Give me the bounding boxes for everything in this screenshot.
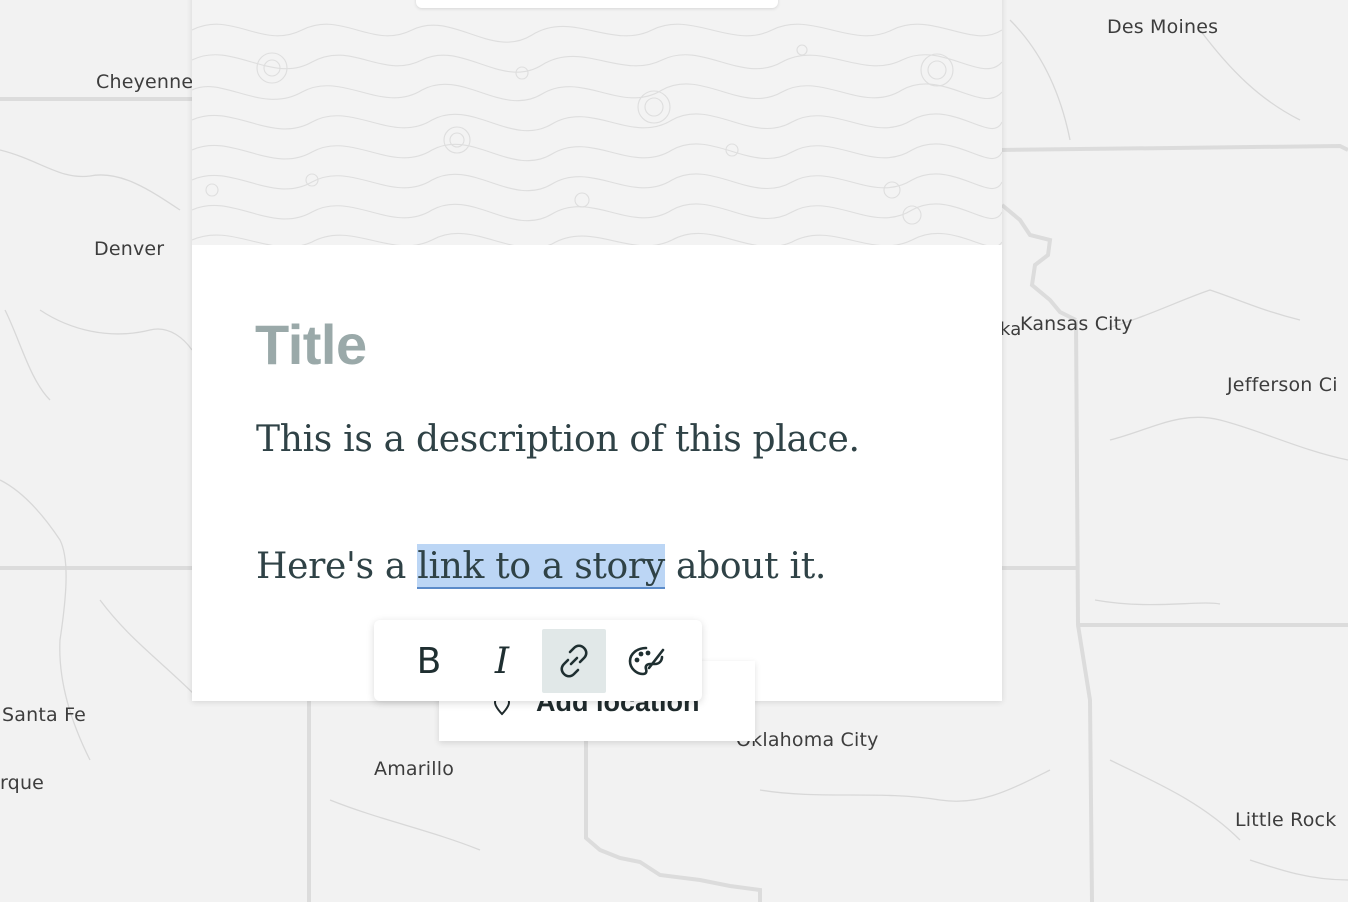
city-label-albuquerque-partial: rque (0, 772, 45, 794)
topographic-pattern (192, 23, 1002, 245)
city-label-kansas-city: Kansas City (1020, 313, 1133, 335)
link-button[interactable] (542, 629, 606, 693)
paragraph-text-after: about it. (664, 546, 827, 587)
city-label-topeka-partial: ka (1000, 319, 1022, 340)
city-label-little-rock: Little Rock (1235, 809, 1337, 831)
bold-icon: B (416, 640, 442, 682)
link-paragraph[interactable]: Here's a link to a story about it. (256, 544, 827, 589)
formatting-toolbar: B I (374, 620, 702, 701)
paragraph-text-before: Here's a (256, 546, 418, 587)
city-label-cheyenne: Cheyenne (96, 71, 194, 93)
story-card: Title This is a description of this plac… (192, 0, 1002, 701)
italic-icon: I (494, 640, 510, 682)
city-label-des-moines: Des Moines (1107, 16, 1219, 38)
palette-icon (628, 646, 665, 676)
story-title-placeholder[interactable]: Title (255, 312, 367, 377)
cover-image[interactable] (192, 0, 1002, 245)
bold-button[interactable]: B (397, 629, 461, 693)
link-icon (560, 644, 588, 678)
city-label-santa-fe: Santa Fe (2, 704, 87, 726)
italic-button[interactable]: I (470, 629, 534, 693)
cover-options-tab[interactable] (416, 0, 778, 8)
city-label-jefferson-city: Jefferson Ci (1227, 374, 1338, 396)
city-label-amarillo: Amarillo (374, 758, 455, 780)
city-label-oklahoma-city: Oklahoma City (736, 729, 879, 751)
city-label-denver: Denver (94, 238, 165, 260)
style-button[interactable] (614, 629, 678, 693)
selected-link-text[interactable]: link to a story (417, 544, 665, 589)
description-paragraph[interactable]: This is a description of this place. (256, 419, 860, 460)
